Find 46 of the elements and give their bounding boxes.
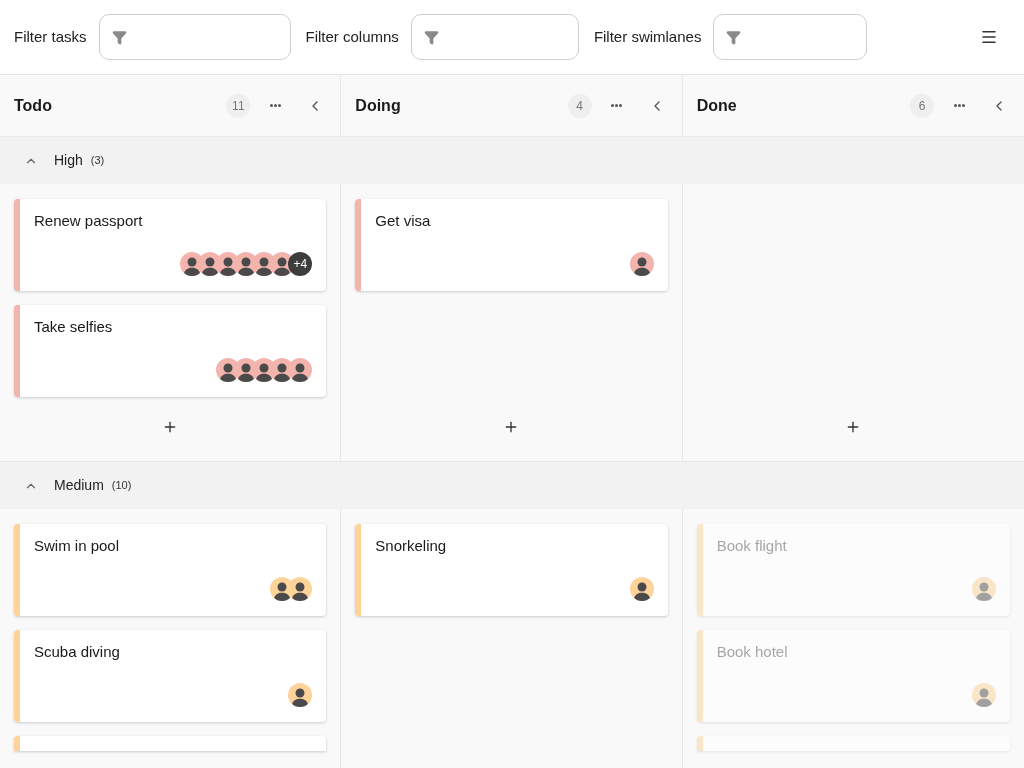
task-card[interactable]: Take selfies: [14, 305, 327, 397]
person-avatar-icon: [972, 683, 996, 707]
person-avatar-icon: [629, 252, 654, 276]
card-title: Book hotel: [716, 643, 789, 661]
column-title: Todo: [14, 95, 53, 116]
swimlane-title: Medium: [54, 476, 104, 495]
ellipsis-icon: [953, 104, 965, 107]
ellipsis-icon: [611, 104, 623, 107]
card-title: Book flight: [716, 537, 788, 555]
task-card[interactable]: Get visa: [355, 199, 668, 291]
card-title: Snorkeling: [375, 537, 448, 555]
card-title: Take selfies: [34, 318, 114, 336]
swimlane-count: (10): [111, 478, 132, 494]
menu-icon: [980, 28, 998, 46]
person-avatar-icon: [288, 577, 313, 601]
filter-label: Filter swimlanes: [593, 26, 702, 47]
swimlane-count: (3): [90, 153, 105, 169]
filter-field[interactable]: [713, 14, 868, 60]
filter-icon: [726, 29, 742, 45]
filter-field[interactable]: [410, 14, 579, 60]
task-card[interactable]: Swim in pool: [14, 524, 327, 616]
ellipsis-icon: [269, 104, 281, 107]
swimlane-title: High: [54, 151, 83, 170]
card-title: Get visa: [375, 212, 432, 230]
card-title: Scuba diving: [34, 643, 121, 661]
person-avatar-icon: [972, 577, 996, 601]
task-count-badge: 11: [226, 93, 251, 118]
task-card[interactable]: Renew passport +4: [14, 199, 327, 291]
priority-stripe: [696, 736, 703, 751]
column-title: Doing: [355, 95, 402, 116]
more-avatars-count: +4: [288, 252, 313, 276]
person-avatar-icon: [288, 683, 313, 707]
task-card[interactable]: Scuba diving: [14, 630, 327, 722]
filter-icon: [423, 29, 439, 45]
person-avatar-icon: [629, 577, 654, 601]
card-title: Renew passport: [34, 212, 144, 230]
filter-icon: [111, 29, 127, 45]
person-avatar-icon: [288, 358, 313, 382]
task-card[interactable]: Snorkeling: [355, 524, 668, 616]
filter-field[interactable]: [98, 14, 291, 60]
filter-label: Filter tasks: [14, 26, 87, 47]
column-title: Done: [696, 95, 738, 116]
task-count-badge: 4: [567, 93, 592, 118]
task-count-badge: 6: [910, 93, 934, 118]
card-title: Swim in pool: [34, 537, 121, 555]
filter-label: Filter columns: [305, 26, 399, 47]
